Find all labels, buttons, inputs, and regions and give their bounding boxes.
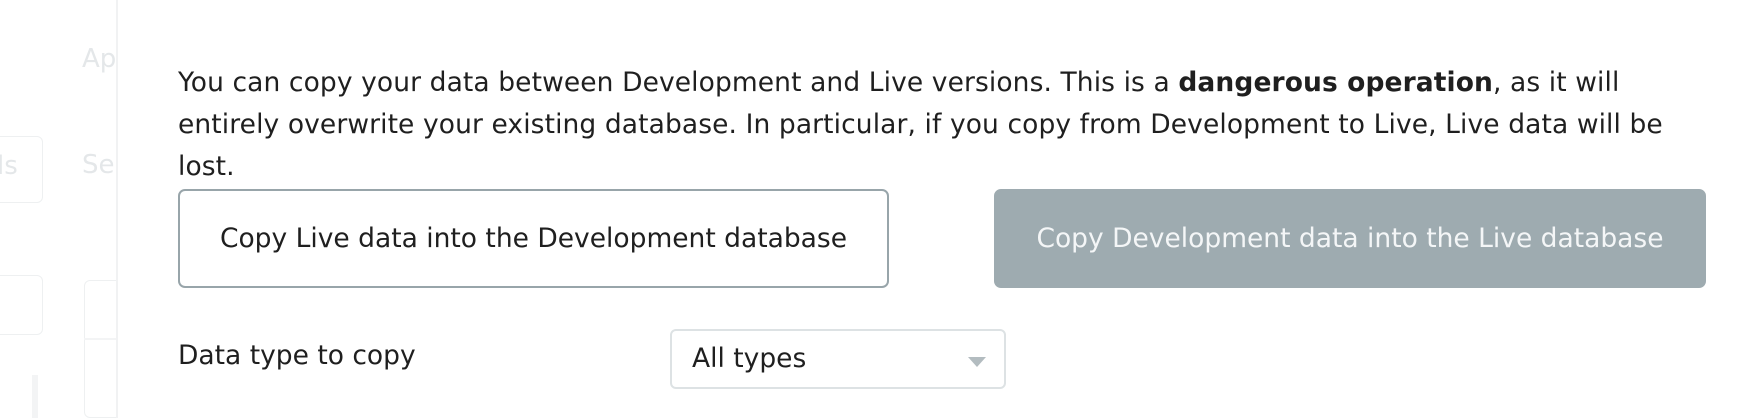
description-text: You can copy your data between Developme… (178, 67, 1179, 98)
danger-emphasis: dangerous operation (1178, 67, 1493, 98)
copy-dev-to-live-button[interactable]: Copy Development data into the Live data… (994, 189, 1706, 288)
copy-live-to-dev-label: Copy Live data into the Development data… (219, 223, 848, 254)
data-type-label: Data type to copy (178, 340, 416, 371)
background-text: ls (0, 151, 18, 181)
background-divider (84, 338, 118, 340)
background-field (0, 275, 43, 335)
warning-description: You can copy your data between Developme… (178, 62, 1718, 188)
chevron-down-icon (968, 357, 986, 367)
background-table (84, 280, 118, 418)
copy-data-panel: You can copy your data between Developme… (118, 0, 1748, 418)
background-field: ls (0, 136, 43, 203)
background-divider (32, 375, 38, 418)
background-page: Ap ls Se (0, 0, 118, 418)
copy-dev-to-live-label: Copy Development data into the Live data… (1036, 223, 1664, 254)
data-type-select[interactable]: All types (670, 329, 1006, 389)
copy-live-to-dev-button[interactable]: Copy Live data into the Development data… (178, 189, 889, 288)
background-text: Se (82, 150, 115, 180)
data-type-selected-value: All types (692, 343, 807, 374)
background-text: Ap (82, 44, 117, 74)
